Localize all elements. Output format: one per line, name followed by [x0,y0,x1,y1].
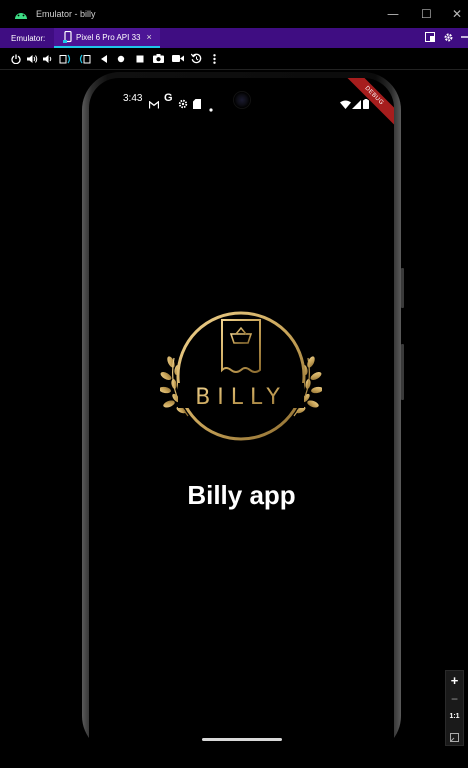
record-icon[interactable] [171,52,184,65]
zoom-one-to-one-button[interactable]: 1:1 [446,713,463,720]
back-icon[interactable] [97,52,110,65]
snapshot-icon[interactable] [425,32,435,46]
zoom-in-button[interactable]: + [446,673,463,688]
billy-logo-text: BILLY [195,385,287,410]
front-camera-icon [234,92,250,108]
overview-icon[interactable] [133,52,146,65]
app-title: Billy app [187,480,296,510]
device-icon [63,30,73,43]
window-title: Emulator - billy [36,9,96,19]
signal-icon [352,94,361,113]
sim-card-icon [193,94,201,113]
more-icon[interactable] [208,52,221,65]
tab-label: Pixel 6 Pro API 33 [76,32,141,42]
android-icon [14,8,30,20]
emulator-label: Emulator: [11,33,46,43]
device-frame: 3:43 G DEBUG BILLY Billy app [82,72,404,768]
device-volume-button[interactable] [401,344,404,400]
status-time: 3:43 [123,93,143,104]
maximize-button[interactable]: ☐ [421,7,432,21]
tab-pixel-6-pro[interactable]: Pixel 6 Pro API 33 × [54,28,160,48]
notification-dot-icon [209,97,213,116]
emulator-toolbar [0,48,468,70]
device-side-button[interactable] [401,268,404,308]
billy-logo: BILLY [159,310,323,442]
zoom-out-button[interactable]: − [446,692,463,706]
close-button[interactable]: ✕ [452,7,462,21]
volume-down-icon[interactable] [41,52,54,65]
minimize-panel-icon[interactable] [461,32,468,46]
zoom-controls: + − 1:1 [445,670,464,746]
minimize-button[interactable]: — [387,7,399,21]
rotate-right-icon[interactable] [78,52,91,65]
window-titlebar: Emulator - billy — ☐ ✕ [0,0,468,28]
home-icon[interactable] [114,52,127,65]
google-icon: G [164,92,173,104]
settings-icon[interactable] [443,32,454,47]
rotate-left-icon[interactable] [59,52,72,65]
power-icon[interactable] [9,52,22,65]
settings-gear-icon [178,94,188,113]
emulator-tabbar: Emulator: Pixel 6 Pro API 33 × [0,28,468,48]
volume-up-icon[interactable] [26,52,39,65]
home-indicator[interactable] [202,738,282,741]
tab-close-icon[interactable]: × [146,32,151,42]
screenshot-icon[interactable] [152,52,165,65]
gmail-icon [148,94,160,113]
zoom-fit-icon[interactable] [446,729,463,747]
snapshot-restore-icon[interactable] [190,52,203,65]
wifi-icon [340,94,351,113]
device-screen[interactable]: 3:43 G DEBUG BILLY Billy app [89,78,394,768]
